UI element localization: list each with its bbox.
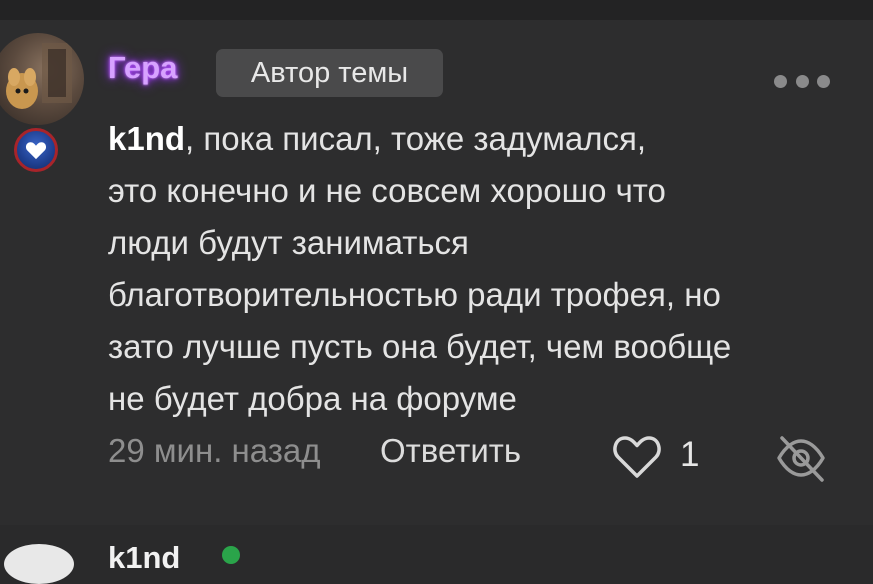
next-comment-avatar[interactable] [4,544,74,584]
comment-line-1-text: , пока писал, тоже задумался, [185,120,647,157]
comment-line-5: зато лучше пусть она будет, чем вообще [108,328,732,365]
online-status-dot [222,546,240,564]
comment-line-4: благотворительностью ради трофея, но [108,276,721,313]
comment-line-2: это конечно и не совсем хорошо что [108,172,666,209]
heart-icon[interactable] [612,434,662,480]
previous-comment-edge [0,0,873,20]
author-badge: Автор темы [216,49,443,97]
eye-off-icon[interactable] [774,432,828,484]
comment-username[interactable]: Гера [108,50,177,86]
mention-link[interactable]: k1nd [108,120,185,157]
heart-badge-icon [14,128,58,172]
like-count: 1 [680,435,700,474]
next-comment-username[interactable]: k1nd [108,540,180,576]
comment-body: k1nd, пока писал, тоже задумался, это ко… [108,113,848,425]
comment-timestamp: 29 мин. назад [108,432,321,469]
comment-line-6: не будет добра на форуме [108,380,517,417]
comment-line-1: k1nd, пока писал, тоже задумался, [108,113,848,165]
comment-line-3: люди будут заниматься [108,224,469,261]
more-dots-icon[interactable] [774,68,830,94]
avatar[interactable] [0,33,84,125]
reply-button[interactable]: Ответить [380,432,521,470]
